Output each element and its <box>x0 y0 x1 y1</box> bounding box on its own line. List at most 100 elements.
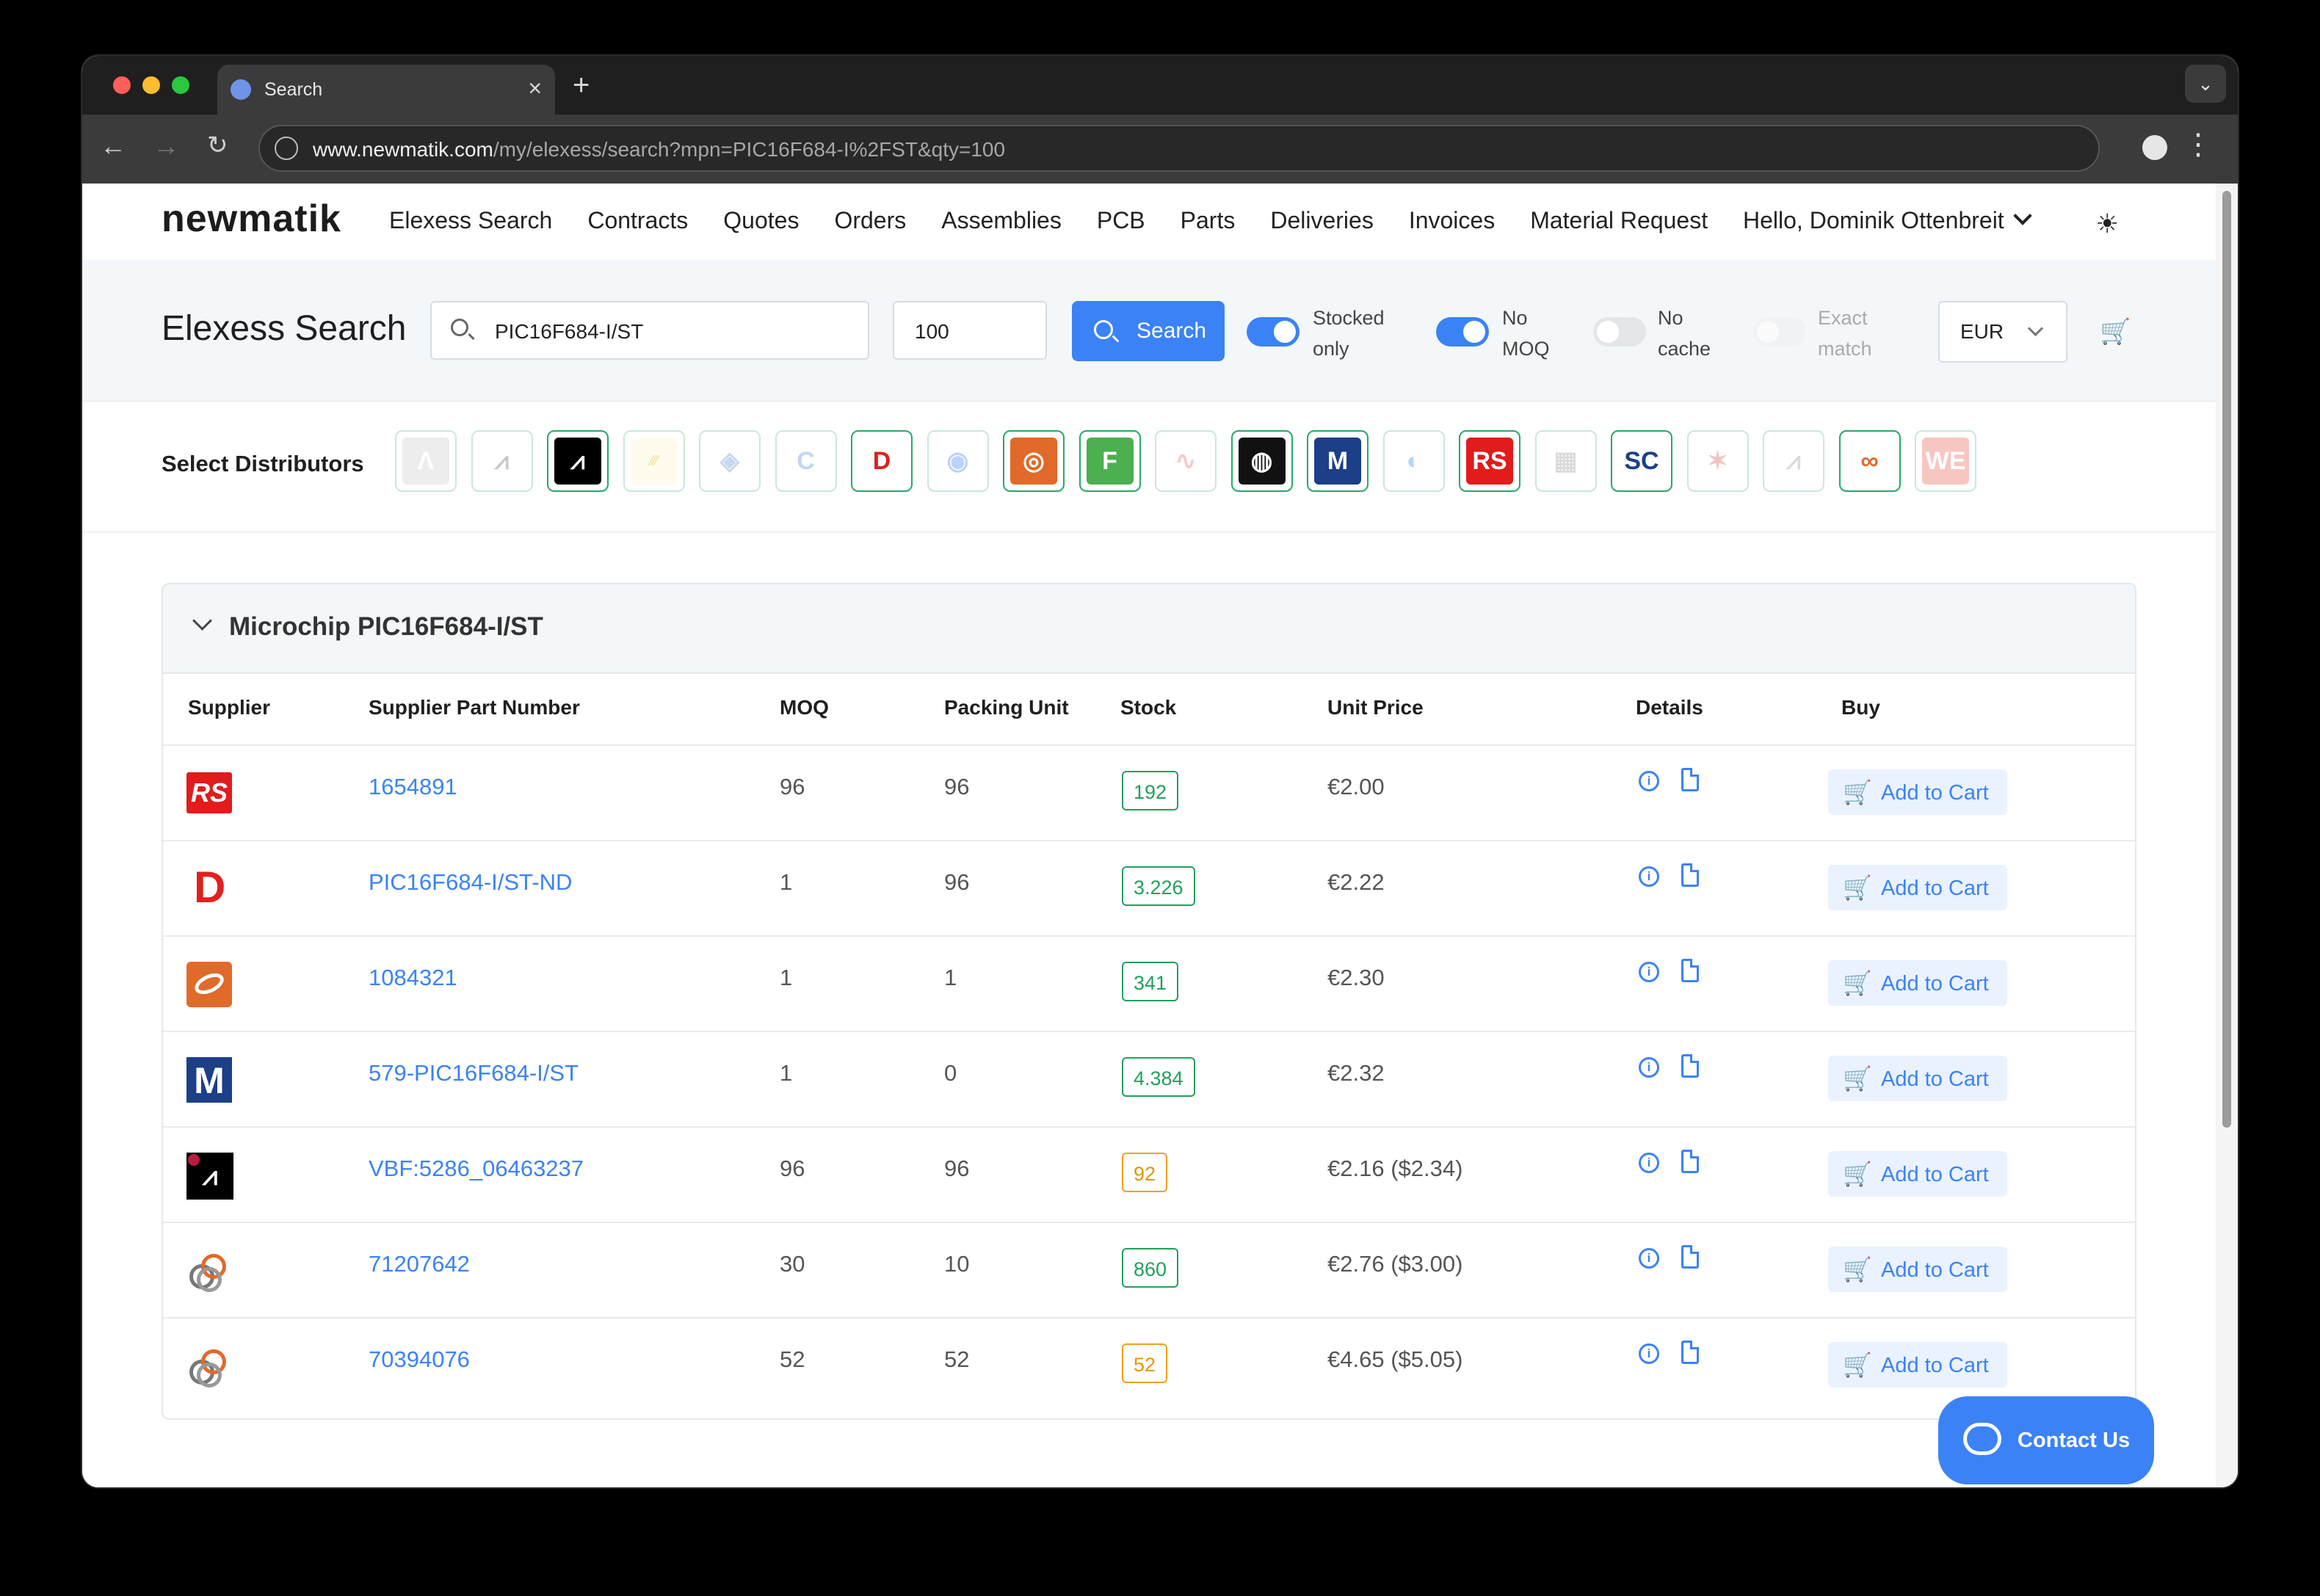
info-icon[interactable]: i <box>1639 1057 1659 1078</box>
theme-toggle-icon[interactable]: ☀ <box>2095 208 2119 239</box>
supplier-part-link[interactable]: VBF:5286_06463237 <box>369 1156 584 1182</box>
url-field[interactable]: www.newmatik.com/my/elexess/search?mpn=P… <box>258 125 2100 172</box>
distributor-abacus-icon[interactable]: Λ <box>395 430 457 492</box>
distributor-farnell-icon[interactable]: ◎ <box>1003 430 1065 492</box>
info-icon[interactable]: i <box>1639 866 1659 887</box>
distributor-tti-icon[interactable]: ⁄⁄⁄ <box>623 430 685 492</box>
page-scrollbar[interactable] <box>2216 184 2238 1487</box>
distributor-digikey-icon[interactable]: D <box>851 430 913 492</box>
site-info-icon[interactable] <box>275 137 298 160</box>
datasheet-icon[interactable] <box>1681 1150 1699 1173</box>
distributor-eye-icon[interactable]: ◉ <box>927 430 989 492</box>
datasheet-icon[interactable] <box>1681 1245 1699 1269</box>
packing-unit-value: 1 <box>944 965 957 990</box>
datasheet-icon[interactable] <box>1681 1054 1699 1078</box>
zoom-window-dot[interactable] <box>172 76 189 94</box>
info-icon[interactable]: i <box>1639 771 1659 791</box>
distributor-diamond-icon[interactable]: ◈ <box>699 430 761 492</box>
unit-price-value: €2.76 ($3.00) <box>1327 1251 1463 1277</box>
currency-select[interactable]: EUR <box>1938 301 2067 363</box>
cart-icon[interactable]: 🛒 <box>2100 317 2131 347</box>
quantity-input[interactable]: 100 <box>893 301 1047 360</box>
add-to-cart-button[interactable]: 🛒 Add to Cart <box>1828 1151 2007 1197</box>
distributor-rs-icon[interactable]: RS <box>1459 430 1520 492</box>
search-button[interactable]: Search <box>1072 301 1225 361</box>
user-menu[interactable]: Hello, Dominik Ottenbreit <box>1743 206 2032 234</box>
add-to-cart-button[interactable]: 🛒 Add to Cart <box>1828 1342 2007 1388</box>
tab-search-icon[interactable]: ⌄ <box>2185 65 2226 103</box>
distributor-globe-icon[interactable]: ◐ <box>1382 430 1445 492</box>
nav-assemblies[interactable]: Assemblies <box>941 207 1062 234</box>
distributor-we-icon[interactable]: WE <box>1915 430 1976 492</box>
nav-material-request[interactable]: Material Request <box>1530 207 1708 234</box>
supplier-part-link[interactable]: PIC16F684-I/ST-ND <box>369 869 572 896</box>
distributor-lcsc-icon[interactable]: ◍ <box>1230 430 1293 492</box>
distributor-rings-icon[interactable]: ∞ <box>1838 430 1901 492</box>
reload-icon[interactable]: ↻ <box>207 131 228 160</box>
stock-badge: 341 <box>1122 962 1179 1001</box>
info-icon[interactable]: i <box>1639 962 1659 982</box>
nav-contracts[interactable]: Contracts <box>587 207 688 234</box>
minimize-window-dot[interactable] <box>142 76 160 94</box>
add-to-cart-button[interactable]: 🛒 Add to Cart <box>1828 960 2007 1006</box>
datasheet-icon[interactable] <box>1681 959 1699 982</box>
info-icon[interactable]: i <box>1639 1153 1659 1173</box>
distributor-wings-icon[interactable]: ⩘ <box>1763 430 1824 492</box>
result-card-header[interactable]: Microchip PIC16F684-I/ST <box>163 584 2135 674</box>
new-tab-icon[interactable]: + <box>573 69 590 102</box>
info-icon[interactable]: i <box>1639 1343 1659 1364</box>
search-button-label: Search <box>1137 319 1207 343</box>
distributor-arrow-usa-icon[interactable]: ⩘ <box>547 430 609 492</box>
nav-invoices[interactable]: Invoices <box>1409 207 1495 234</box>
no-cache-toggle[interactable] <box>1593 317 1646 347</box>
add-to-cart-label: Add to Cart <box>1881 781 1989 805</box>
distributor-mouser-icon[interactable]: M <box>1307 430 1369 492</box>
distributor-grid-icon[interactable]: ▦ <box>1534 430 1597 492</box>
supplier-part-link[interactable]: 71207642 <box>369 1251 470 1277</box>
distributor-sc-icon[interactable]: SC <box>1611 430 1672 492</box>
nav-orders[interactable]: Orders <box>834 207 906 234</box>
supplier-part-link[interactable]: 579-PIC16F684-I/ST <box>369 1060 579 1087</box>
stocked-only-toggle[interactable] <box>1247 317 1299 347</box>
browser-tab[interactable]: Search × <box>217 65 555 115</box>
add-to-cart-button[interactable]: 🛒 Add to Cart <box>1828 1056 2007 1101</box>
rings-logo-icon <box>186 1248 233 1295</box>
nav-elexess-search[interactable]: Elexess Search <box>389 207 552 234</box>
supplier-part-link[interactable]: 70394076 <box>369 1346 470 1373</box>
distributor-c-icon[interactable]: C <box>775 430 837 492</box>
distributor-arrow-icon[interactable]: ⩘ <box>471 430 533 492</box>
add-to-cart-label: Add to Cart <box>1881 1258 1989 1282</box>
datasheet-icon[interactable] <box>1681 768 1699 791</box>
datasheet-icon[interactable] <box>1681 1341 1699 1364</box>
forward-icon[interactable]: → <box>153 131 179 162</box>
browser-menu-icon[interactable]: ⋮ <box>2183 128 2213 162</box>
profile-icon[interactable] <box>2142 135 2167 160</box>
no-moq-toggle[interactable] <box>1436 317 1489 347</box>
contact-us-button[interactable]: Contact Us <box>1938 1396 2154 1484</box>
mpn-search-input[interactable]: PIC16F684-I/ST <box>430 301 869 360</box>
distributor-wave-icon[interactable]: ∿ <box>1155 430 1217 492</box>
nav-pcb[interactable]: PCB <box>1097 207 1145 234</box>
info-icon[interactable]: i <box>1639 1248 1659 1269</box>
packing-unit-value: 96 <box>944 869 970 895</box>
datasheet-icon[interactable] <box>1681 863 1699 887</box>
add-to-cart-button[interactable]: 🛒 Add to Cart <box>1828 865 2007 910</box>
supplier-part-link[interactable]: 1084321 <box>369 965 457 991</box>
back-icon[interactable]: ← <box>100 131 126 162</box>
digikey-logo-icon: D <box>194 863 226 912</box>
supplier-part-link[interactable]: 1654891 <box>369 774 457 800</box>
url-host: www.newmatik.com <box>313 138 493 161</box>
nav-quotes[interactable]: Quotes <box>723 207 799 234</box>
scrollbar-thumb[interactable] <box>2222 191 2231 1128</box>
tab-title: Search <box>264 79 323 100</box>
nav-parts[interactable]: Parts <box>1181 207 1236 234</box>
distributor-future-icon[interactable]: F <box>1079 430 1141 492</box>
add-to-cart-button[interactable]: 🛒 Add to Cart <box>1828 769 2007 815</box>
add-to-cart-button[interactable]: 🛒 Add to Cart <box>1828 1247 2007 1292</box>
close-tab-icon[interactable]: × <box>528 75 542 102</box>
distributor-ti-icon[interactable]: ✶ <box>1686 430 1749 492</box>
newmatik-logo[interactable]: newmatik <box>162 197 341 241</box>
close-window-dot[interactable] <box>113 76 131 94</box>
nav-deliveries[interactable]: Deliveries <box>1270 207 1373 234</box>
cart-icon: 🛒 <box>1843 1161 1872 1187</box>
